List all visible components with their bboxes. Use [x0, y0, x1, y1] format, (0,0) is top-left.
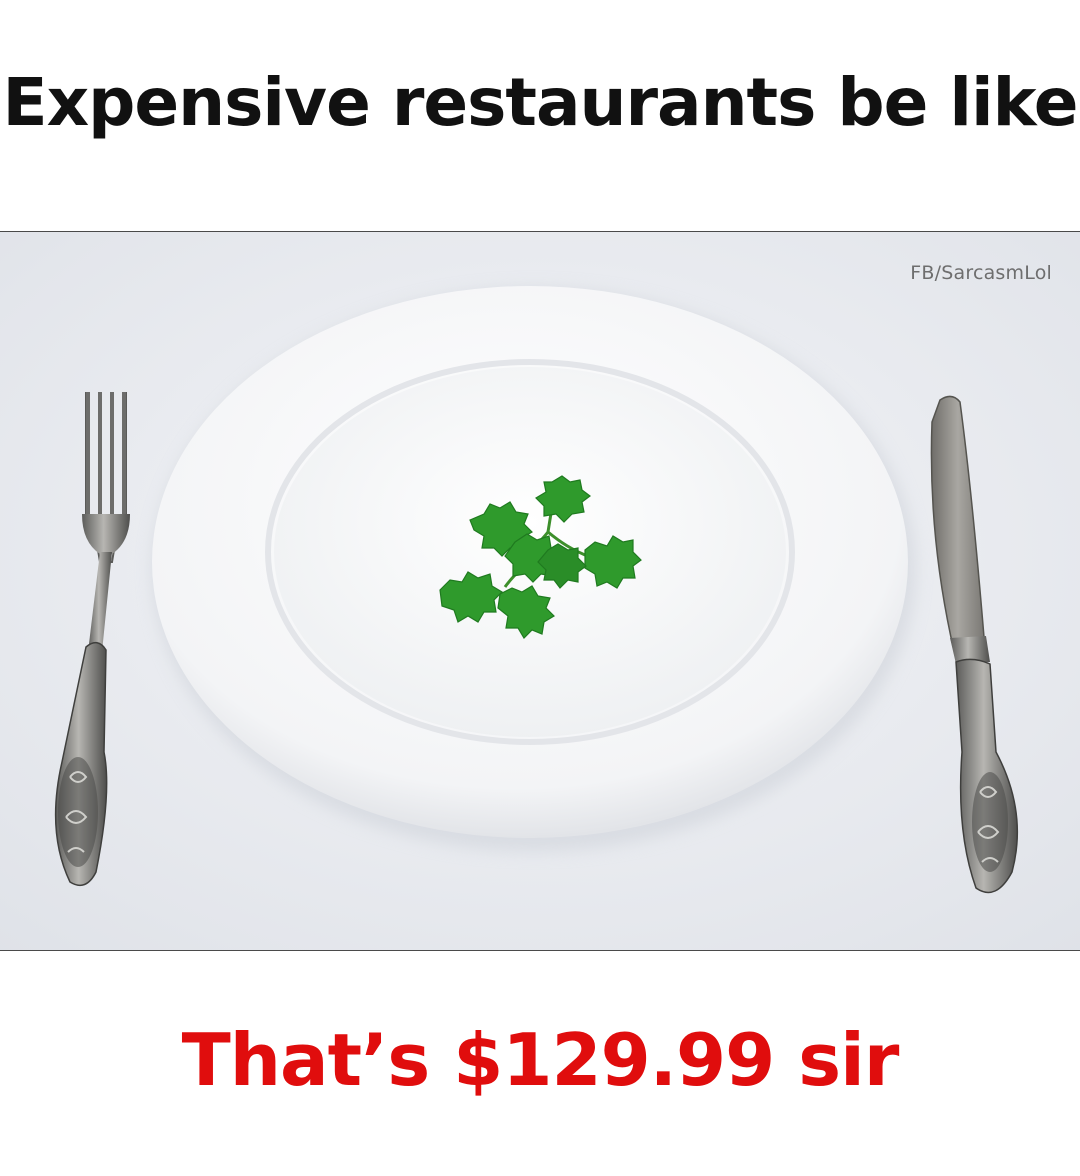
meme-photo: FB/SarcasmLol [0, 231, 1080, 951]
place-setting-illustration [0, 232, 1080, 950]
meme-headline: Expensive restaurants be like [2, 64, 1079, 141]
meme-caption: That’s $129.99 sir [181, 1018, 900, 1102]
watermark: FB/SarcasmLol [910, 262, 1052, 284]
